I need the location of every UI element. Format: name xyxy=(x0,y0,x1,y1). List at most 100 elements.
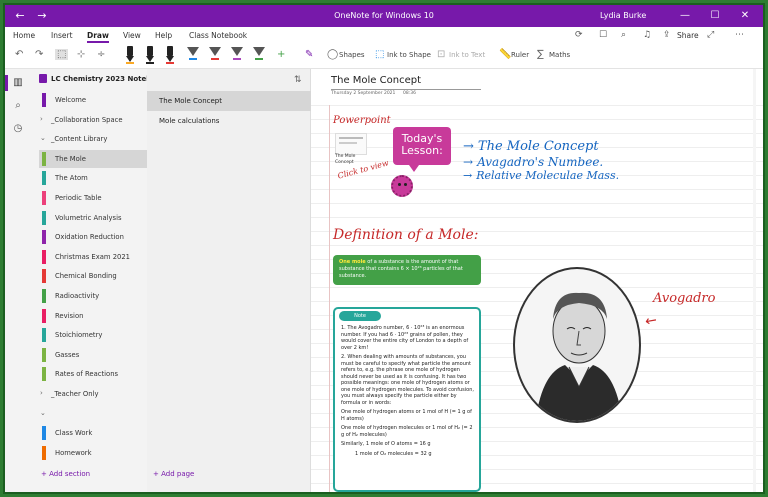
section-label: _Collaboration Space xyxy=(51,115,123,124)
section-color-tab xyxy=(42,151,46,166)
powerpoint-thumbnail[interactable] xyxy=(335,133,367,155)
vertical-scrollbar[interactable] xyxy=(753,69,756,492)
section-item-volumetric-analysis[interactable]: Volumetric Analysis xyxy=(39,209,147,227)
ruler-icon[interactable]: 📏 xyxy=(499,49,511,60)
section-item-the-atom[interactable]: The Atom xyxy=(39,169,147,187)
active-indicator xyxy=(5,75,8,91)
avogadro-portrait[interactable] xyxy=(513,267,641,423)
ink-to-text-button[interactable]: Ink to Text xyxy=(449,51,485,59)
ruled-line xyxy=(311,133,763,134)
section-group-collaboration-space[interactable]: › _Collaboration Space xyxy=(39,111,147,129)
ink-replay-icon[interactable]: ✎ xyxy=(305,49,313,60)
share-button[interactable]: Share xyxy=(677,31,699,40)
search-icon[interactable]: ⌕ xyxy=(11,99,25,113)
section-item-class-work[interactable]: Class Work xyxy=(39,424,147,442)
more-options-icon[interactable]: ⋯ xyxy=(735,30,744,40)
pen-black-1[interactable] xyxy=(125,46,135,64)
highlighter-green[interactable] xyxy=(253,47,265,61)
ink-to-shape-button[interactable]: Ink to Shape xyxy=(387,51,431,59)
section-label: Periodic Table xyxy=(55,194,102,202)
section-item-oxidation-reduction[interactable]: Oxidation Reduction xyxy=(39,228,147,246)
plus-icon: + xyxy=(153,470,162,478)
highlighter-blue[interactable] xyxy=(187,47,199,61)
section-group-group[interactable]: ⌄ xyxy=(39,405,147,423)
tab-class-notebook[interactable]: Class Notebook xyxy=(189,31,247,40)
section-item-gasses[interactable]: Gasses xyxy=(39,346,147,364)
section-color-tab xyxy=(42,347,46,362)
recent-notes-icon[interactable]: ◷ xyxy=(11,122,25,136)
maximize-icon[interactable]: ☐ xyxy=(707,8,723,24)
ink-to-text-icon: ⊡ xyxy=(437,49,446,60)
lesson-item-2: → Avagadro's Numbee. xyxy=(463,155,604,169)
section-item-welcome[interactable]: Welcome xyxy=(39,91,147,109)
note-paragraph: 2. When dealing with amounts of substanc… xyxy=(341,354,474,406)
add-space-icon[interactable]: ⊹ xyxy=(77,49,85,60)
section-item-revision[interactable]: Revision xyxy=(39,307,147,325)
todays-lesson-bubble: Today's Lesson: xyxy=(393,127,451,165)
pen-black-3[interactable] xyxy=(165,46,175,64)
section-label: Welcome xyxy=(55,96,87,104)
section-group-content-library[interactable]: ⌄ _Content Library xyxy=(39,130,147,148)
page-item-mole-calculations[interactable]: Mole calculations xyxy=(147,111,311,131)
minimize-icon[interactable]: — xyxy=(677,8,693,24)
pages-pane: The Mole Concept Mole calculations + Add… xyxy=(147,69,311,492)
notifications-icon[interactable]: ☐ xyxy=(599,30,607,40)
add-pen-icon[interactable]: + xyxy=(277,49,285,60)
user-name[interactable]: Lydia Burke xyxy=(600,11,646,20)
sort-pages-icon[interactable]: ⇅ xyxy=(294,75,302,85)
add-section-button[interactable]: + Add section xyxy=(41,470,90,478)
section-item-periodic-table[interactable]: Periodic Table xyxy=(39,189,147,207)
bell-icon[interactable]: ♫ xyxy=(643,30,651,40)
section-item-homework[interactable]: Homework xyxy=(39,444,147,462)
tab-draw[interactable]: Draw xyxy=(87,31,109,43)
section-color-tab xyxy=(42,249,46,264)
section-item-chemical-bonding[interactable]: Chemical Bonding xyxy=(39,267,147,285)
notebooks-icon[interactable]: ▥ xyxy=(11,76,25,90)
maths-button[interactable]: Maths xyxy=(549,51,570,59)
search-icon[interactable]: ⌕ xyxy=(621,30,626,40)
section-item-christmas-exam-2021[interactable]: Christmas Exam 2021 xyxy=(39,248,147,266)
ink-to-shape-icon[interactable]: ⬚ xyxy=(375,49,384,60)
draw-toolbar: ↶ ↷ ⬚ ⊹ ÷ + ✎ ◯ Shapes ⬚ Ink to Shape ⊡ … xyxy=(5,43,763,69)
ruled-line xyxy=(311,217,763,218)
tab-home[interactable]: Home xyxy=(13,31,35,40)
section-item-stoichiometry[interactable]: Stoichiometry xyxy=(39,326,147,344)
shapes-button[interactable]: Shapes xyxy=(339,51,365,59)
tab-help[interactable]: Help xyxy=(155,31,172,40)
section-color-tab xyxy=(42,171,46,186)
redo-icon[interactable]: ↷ xyxy=(35,49,43,60)
pen-black-2[interactable] xyxy=(145,46,155,64)
close-icon[interactable]: ✕ xyxy=(737,8,753,24)
ruled-line xyxy=(311,105,763,106)
share-icon[interactable]: ⇪ xyxy=(663,30,671,40)
eraser-icon[interactable]: ÷ xyxy=(97,49,105,60)
page-label: The Mole Concept xyxy=(159,97,222,105)
avogadro-ink-label: Avogadro xyxy=(653,291,716,306)
ruler-button[interactable]: Ruler xyxy=(511,51,529,59)
title-underline xyxy=(331,89,481,90)
expand-icon[interactable]: ⤢ xyxy=(707,30,714,40)
section-label: Gasses xyxy=(55,350,80,359)
section-item-rates-of-reactions[interactable]: Rates of Reactions xyxy=(39,365,147,383)
lasso-select-icon[interactable]: ⬚ xyxy=(55,49,69,60)
ribbon-tabs: Home Insert Draw View Help Class Noteboo… xyxy=(5,27,763,43)
maths-icon[interactable]: ∑ xyxy=(537,49,544,60)
section-item-the-mole[interactable]: The Mole xyxy=(39,149,147,168)
section-group-teacher-only[interactable]: › _Teacher Only xyxy=(39,385,147,403)
powerpoint-ink-label: Powerpoint xyxy=(333,115,391,126)
note-box: Note 1. The Avogadro number, 6 · 10²³ is… xyxy=(333,307,481,492)
shapes-icon[interactable]: ◯ xyxy=(327,49,338,60)
section-item-radioactivity[interactable]: Radioactivity xyxy=(39,287,147,305)
highlighter-purple[interactable] xyxy=(231,47,243,61)
tab-insert[interactable]: Insert xyxy=(51,31,73,40)
page-title[interactable]: The Mole Concept xyxy=(331,75,421,86)
undo-icon[interactable]: ↶ xyxy=(15,49,23,60)
highlighter-red[interactable] xyxy=(209,47,221,61)
page-item-the-mole-concept[interactable]: The Mole Concept xyxy=(147,91,311,111)
page-canvas[interactable]: The Mole Concept Thursday 2 September 20… xyxy=(311,69,763,492)
tab-view[interactable]: View xyxy=(123,31,141,40)
title-bar: ← → OneNote for Windows 10 Lydia Burke —… xyxy=(5,5,763,27)
add-page-button[interactable]: + Add page xyxy=(153,470,194,478)
sync-icon[interactable]: ⟳ xyxy=(575,30,583,40)
section-color-tab xyxy=(42,445,46,460)
